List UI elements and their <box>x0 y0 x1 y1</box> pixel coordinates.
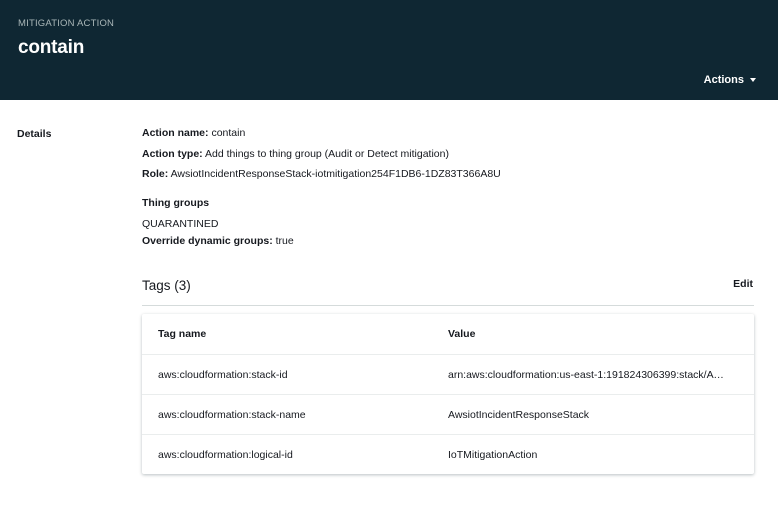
role-label: Role: <box>142 168 169 180</box>
column-header-tag-name: Tag name <box>158 328 207 340</box>
thing-groups-value: QUARANTINED <box>142 218 219 230</box>
thing-groups-heading: Thing groups <box>142 196 209 210</box>
override-dynamic-groups-field: Override dynamic groups: true <box>142 234 294 248</box>
override-value: true <box>275 235 294 247</box>
action-type-field: Action type: Add things to thing group (… <box>142 147 449 161</box>
edit-tags-button[interactable]: Edit <box>733 278 753 290</box>
table-row: aws:cloudformation:stack-name AwsiotInci… <box>142 394 754 434</box>
override-label: Override dynamic groups: <box>142 235 273 247</box>
action-name-value: contain <box>211 127 246 139</box>
thing-groups-label: Thing groups <box>142 197 210 209</box>
action-type-value: Add things to thing group (Audit or Dete… <box>205 148 449 160</box>
column-header-value: Value <box>448 328 476 340</box>
tag-value-cell: arn:aws:cloudformation:us-east-1:1918243… <box>448 369 730 381</box>
tag-name-cell: aws:cloudformation:stack-name <box>158 409 306 421</box>
breadcrumb-eyebrow: MITIGATION ACTION <box>18 18 115 29</box>
tag-name-cell: aws:cloudformation:logical-id <box>158 449 293 461</box>
tags-table: Tag name Value aws:cloudformation:stack-… <box>142 314 754 474</box>
actions-dropdown-button[interactable]: Actions <box>704 74 756 86</box>
role-value: AwsiotIncidentResponseStack-iotmitigatio… <box>170 168 501 180</box>
tag-name-cell: aws:cloudformation:stack-id <box>158 369 288 381</box>
tags-heading: Tags (3) <box>142 278 191 293</box>
tag-value-cell: IoTMitigationAction <box>448 449 538 461</box>
tag-value-cell: AwsiotIncidentResponseStack <box>448 409 590 421</box>
divider <box>142 305 754 306</box>
page-header: MITIGATION ACTION contain Actions <box>0 0 778 100</box>
action-type-label: Action type: <box>142 148 203 160</box>
action-name-field: Action name: contain <box>142 126 245 140</box>
table-row: aws:cloudformation:logical-id IoTMitigat… <box>142 434 754 474</box>
caret-down-icon <box>750 78 756 82</box>
table-header-row: Tag name Value <box>142 314 754 354</box>
actions-label: Actions <box>703 74 744 86</box>
details-section-label: Details <box>17 128 52 140</box>
role-field: Role: AwsiotIncidentResponseStack-iotmit… <box>142 167 501 181</box>
page-title: contain <box>18 37 85 58</box>
action-name-label: Action name: <box>142 127 209 139</box>
table-row: aws:cloudformation:stack-id arn:aws:clou… <box>142 354 754 394</box>
